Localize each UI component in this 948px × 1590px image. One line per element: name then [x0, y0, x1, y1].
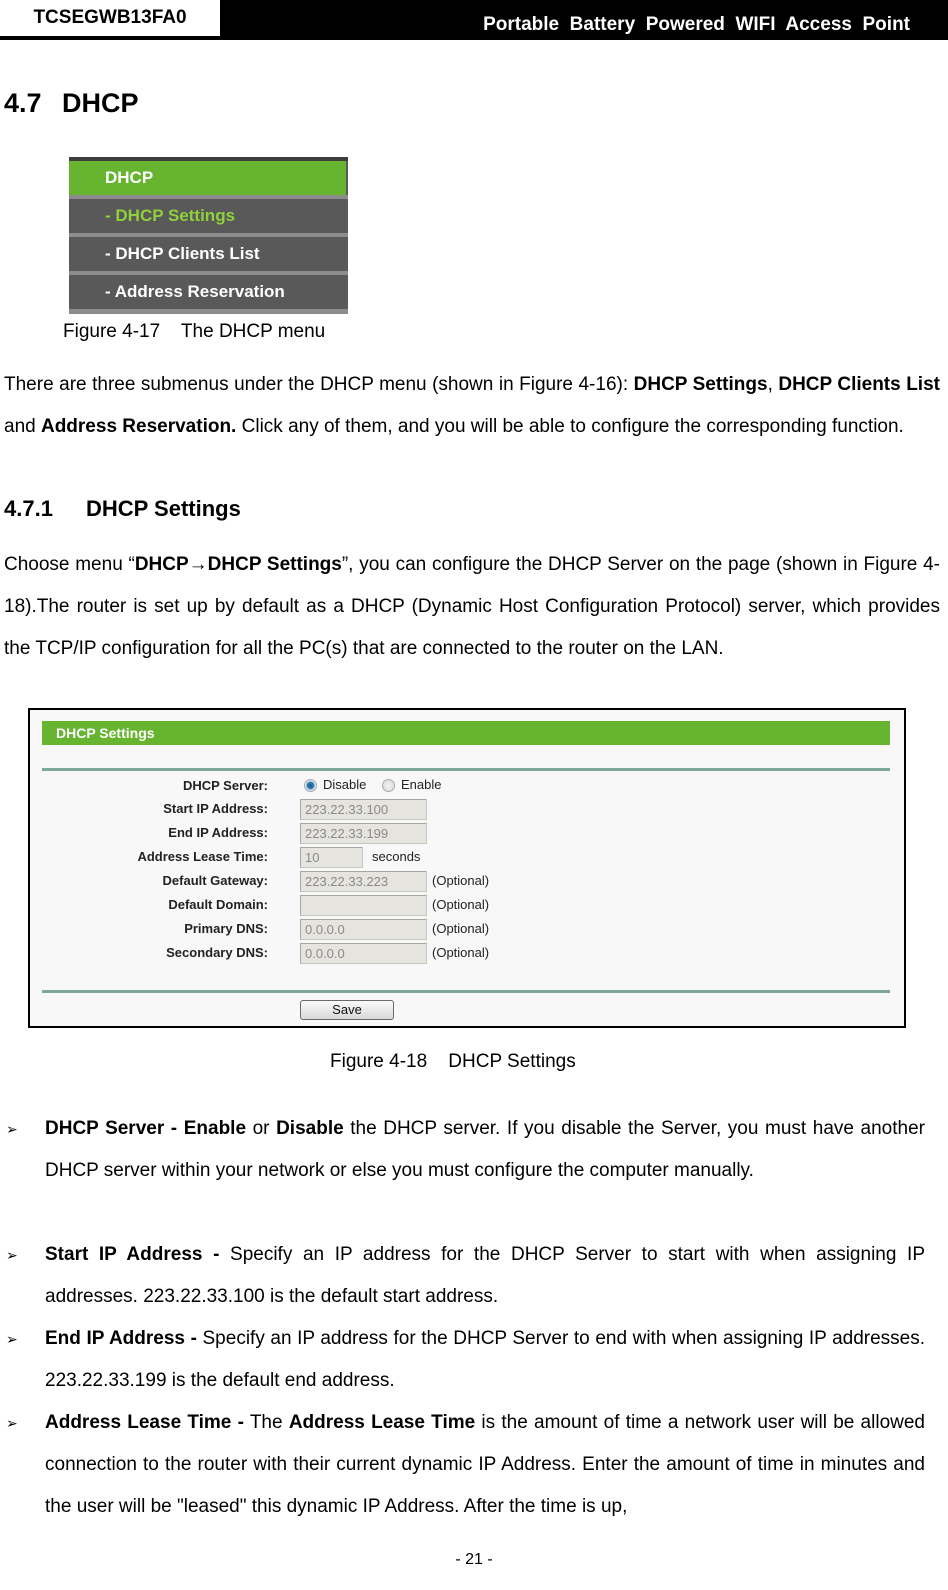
page-header: TCSEGWB13FA0 Portable Battery Powered WI… [0, 0, 948, 40]
primary-dns-input[interactable]: 0.0.0.0 [300, 919, 427, 940]
bold-text: Address Lease Time - [45, 1412, 244, 1433]
save-button[interactable]: Save [300, 1000, 394, 1020]
figure-caption: Figure 4-17 The DHCP menu [63, 321, 326, 342]
field-label: Primary DNS: [184, 921, 268, 936]
end-ip-row: End IP Address: 223.22.33.199 [30, 823, 900, 845]
unit-label: seconds [372, 849, 421, 864]
bold-text: DHCP Settings [633, 374, 768, 395]
text: , [767, 374, 779, 395]
start-ip-input[interactable]: 223.22.33.100 [300, 799, 427, 820]
menu-item-dhcp-settings[interactable]: - DHCP Settings [69, 199, 346, 233]
subsection-title: DHCP Settings [86, 496, 241, 521]
field-label: Default Domain: [168, 897, 268, 912]
default-domain-input[interactable] [300, 895, 427, 916]
menu-divider [69, 309, 348, 314]
optional-note: (Optional) [432, 897, 490, 912]
bold-text: DHCP Clients List [778, 374, 940, 395]
menu-item-address-reservation[interactable]: - Address Reservation [69, 275, 346, 309]
bullet-arrow-icon: ➢ [6, 1331, 18, 1347]
field-label: Start IP Address: [163, 801, 268, 816]
field-label: DHCP Server: [182, 778, 268, 793]
default-gateway-input[interactable]: 223.22.33.223 [300, 871, 427, 892]
panel-title: DHCP Settings [42, 721, 890, 745]
field-label: Address Lease Time: [137, 849, 268, 864]
lease-time-input[interactable]: 10 [300, 847, 363, 868]
bullet-arrow-icon: ➢ [6, 1247, 18, 1263]
dhcp-server-row: DHCP Server: Disable Enable [30, 776, 900, 798]
bold-text: Disable [276, 1118, 344, 1139]
primary-dns-row: Primary DNS: 0.0.0.0 (Optional) [30, 919, 900, 941]
text: Click any of them, and you will be able … [236, 416, 904, 437]
radio-enable[interactable] [382, 779, 395, 792]
section-heading: 4.7 DHCP [4, 88, 139, 119]
optional-note: (Optional) [432, 945, 490, 960]
bold-text: Address Reservation. [40, 416, 237, 437]
secondary-dns-row: Secondary DNS: 0.0.0.0 (Optional) [30, 943, 900, 965]
menu-item-dhcp-clients-list[interactable]: - DHCP Clients List [69, 237, 346, 271]
bullet-item: ➢ Start IP Address - Specify an IP addre… [0, 1234, 940, 1318]
text: or [246, 1118, 277, 1139]
optional-note: (Optional) [432, 873, 490, 888]
menu-item-dhcp[interactable]: DHCP [69, 161, 346, 195]
settings-paragraph: Choose menu “DHCP→DHCP Settings”, you ca… [4, 544, 940, 670]
start-ip-row: Start IP Address: 223.22.33.100 [30, 799, 900, 821]
radio-label: Enable [401, 777, 442, 792]
dhcp-settings-panel: DHCP Settings DHCP Server: Disable Enabl… [28, 708, 906, 1028]
text: There are three submenus under the DHCP … [4, 374, 634, 395]
divider [42, 990, 890, 993]
bold-text: DHCP→DHCP Settings [134, 554, 342, 575]
end-ip-input[interactable]: 223.22.33.199 [300, 823, 427, 844]
bullet-arrow-icon: ➢ [6, 1415, 18, 1431]
default-domain-row: Default Domain: (Optional) [30, 895, 900, 917]
secondary-dns-input[interactable]: 0.0.0.0 [300, 943, 427, 964]
radio-label: Disable [323, 777, 367, 792]
intro-paragraph: There are three submenus under the DHCP … [4, 364, 940, 448]
document-id: TCSEGWB13FA0 [0, 0, 220, 36]
section-title: DHCP [62, 88, 139, 118]
bold-text: Address Lease Time [288, 1412, 476, 1433]
bold-text: End IP Address - [45, 1328, 197, 1349]
page-number: - 21 - [455, 1551, 493, 1568]
subsection-number: 4.7.1 [4, 496, 53, 521]
radio-disable[interactable] [304, 779, 317, 792]
figure-caption: Figure 4-18 DHCP Settings [330, 1051, 576, 1072]
bullet-item: ➢ Address Lease Time - The Address Lease… [0, 1402, 940, 1528]
field-label: Default Gateway: [162, 873, 268, 888]
lease-time-row: Address Lease Time: 10 seconds [30, 847, 900, 869]
text: The [243, 1412, 289, 1433]
bullet-arrow-icon: ➢ [6, 1121, 18, 1137]
bold-text: Start IP Address - [45, 1244, 220, 1265]
dhcp-menu: DHCP - DHCP Settings - DHCP Clients List… [69, 157, 348, 314]
bullet-item: ➢ End IP Address - Specify an IP address… [0, 1318, 940, 1402]
text: Choose menu “ [4, 554, 135, 575]
text: and [4, 416, 41, 437]
bullet-item: ➢ DHCP Server - Enable or Disable the DH… [0, 1108, 940, 1192]
default-gateway-row: Default Gateway: 223.22.33.223 (Optional… [30, 871, 900, 893]
subsection-heading: 4.7.1 DHCP Settings [4, 496, 241, 522]
optional-note: (Optional) [432, 921, 490, 936]
product-title: Portable Battery Powered WIFI Access Poi… [483, 14, 910, 35]
bold-text: DHCP Server - Enable [45, 1118, 247, 1139]
divider [42, 768, 890, 771]
field-label: End IP Address: [168, 825, 268, 840]
section-number: 4.7 [4, 88, 42, 118]
field-label: Secondary DNS: [166, 945, 268, 960]
